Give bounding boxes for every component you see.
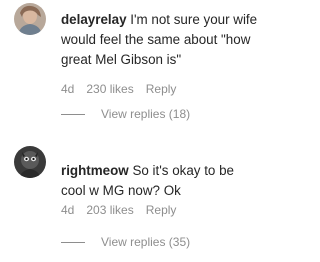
reply-button[interactable]: Reply	[146, 82, 177, 96]
avatar-photo-icon	[14, 146, 46, 178]
comment-text: delayrelay I'm not sure your wife would …	[61, 10, 261, 70]
comment-likes[interactable]: 230 likes	[86, 82, 133, 96]
comment-meta: 4d 230 likes Reply	[61, 82, 188, 96]
avatar[interactable]	[14, 146, 46, 178]
reply-button[interactable]: Reply	[146, 203, 177, 217]
comment-meta: 4d 203 likes Reply	[61, 203, 188, 217]
comment-likes[interactable]: 203 likes	[86, 203, 133, 217]
comment-list: delayrelay I'm not sure your wife would …	[0, 0, 276, 262]
view-replies-button[interactable]: View replies (35)	[61, 235, 190, 249]
comment-age: 4d	[61, 82, 75, 96]
comment-username[interactable]: delayrelay	[61, 12, 127, 27]
comment-age: 4d	[61, 203, 75, 217]
view-replies-label: View replies (35)	[101, 235, 191, 249]
view-replies-button[interactable]: View replies (18)	[61, 107, 190, 121]
avatar[interactable]	[14, 3, 46, 35]
comment-username[interactable]: rightmeow	[61, 163, 129, 178]
replies-divider	[61, 113, 85, 115]
avatar-photo-icon	[14, 3, 46, 35]
replies-divider	[61, 241, 85, 243]
comment-text: rightmeow So it's okay to be cool w MG n…	[61, 161, 261, 201]
view-replies-label: View replies (18)	[101, 107, 191, 121]
